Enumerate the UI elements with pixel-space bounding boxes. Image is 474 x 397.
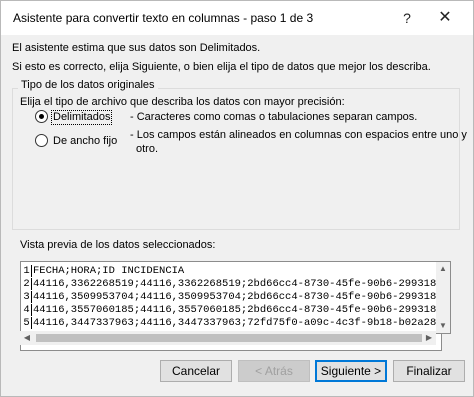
preview-row-number: 5 (22, 317, 32, 329)
preview-row-number: 4 (22, 304, 32, 316)
preview-row-text: 44116,3509953704;44116,3509953704;2bd66c… (33, 291, 437, 303)
scroll-right-icon[interactable]: ▶ (422, 331, 436, 345)
preview-row-text: 44116,3557060185;44116,3557060185;2bd66c… (33, 304, 437, 316)
title-bar: Asistente para convertir texto en column… (1, 1, 473, 35)
preview-row-text: 44116,3362268519;44116,3362268519;2bd66c… (33, 278, 437, 290)
radio-delimited-label[interactable]: Delimitados (51, 110, 113, 125)
preview-row-number: 1 (22, 265, 32, 277)
radio-fixed-width[interactable] (35, 134, 48, 147)
preview-vertical-scrollbar[interactable]: ▲ ▼ (436, 261, 451, 334)
radio-selected-dot (39, 114, 44, 119)
horizontal-scroll-thumb[interactable] (36, 334, 422, 342)
back-button[interactable]: < Atrás (238, 360, 310, 382)
preview-row-number: 2 (22, 278, 32, 290)
fixed-width-description: - Los campos están alineados en columnas… (130, 129, 467, 141)
next-button[interactable]: Siguiente > (315, 360, 387, 382)
scroll-left-icon[interactable]: ◀ (20, 331, 34, 345)
preview-row-text: FECHA;HORA;ID INCIDENCIA (33, 265, 185, 277)
scroll-down-icon[interactable]: ▼ (436, 319, 450, 333)
fixed-width-description-cont: otro. (136, 143, 159, 155)
preview-row-number: 3 (22, 291, 32, 303)
group-prompt: Elija el tipo de archivo que describa lo… (20, 96, 345, 108)
intro-line-1: El asistente estima que sus datos son De… (12, 42, 261, 54)
preview-row-text: 44116,3447337963;44116,3447337963;72fd75… (33, 317, 437, 329)
scroll-up-icon[interactable]: ▲ (436, 262, 450, 276)
window-title: Asistente para convertir texto en column… (13, 11, 314, 25)
help-icon[interactable]: ? (395, 6, 419, 30)
close-icon[interactable]: ✕ (433, 6, 457, 30)
intro-line-2: Si esto es correcto, elija Siguiente, o … (12, 61, 431, 73)
radio-fixed-width-label[interactable]: De ancho fijo (53, 135, 117, 147)
preview-horizontal-scrollbar[interactable]: ◀ ▶ (20, 331, 436, 345)
finish-button[interactable]: Finalizar (393, 360, 465, 382)
preview-label: Vista previa de los datos seleccionados: (20, 239, 216, 251)
cancel-button[interactable]: Cancelar (160, 360, 232, 382)
group-title: Tipo de los datos originales (18, 79, 158, 91)
radio-delimited[interactable] (35, 110, 48, 123)
delimited-description: - Caracteres como comas o tabulaciones s… (130, 111, 418, 123)
